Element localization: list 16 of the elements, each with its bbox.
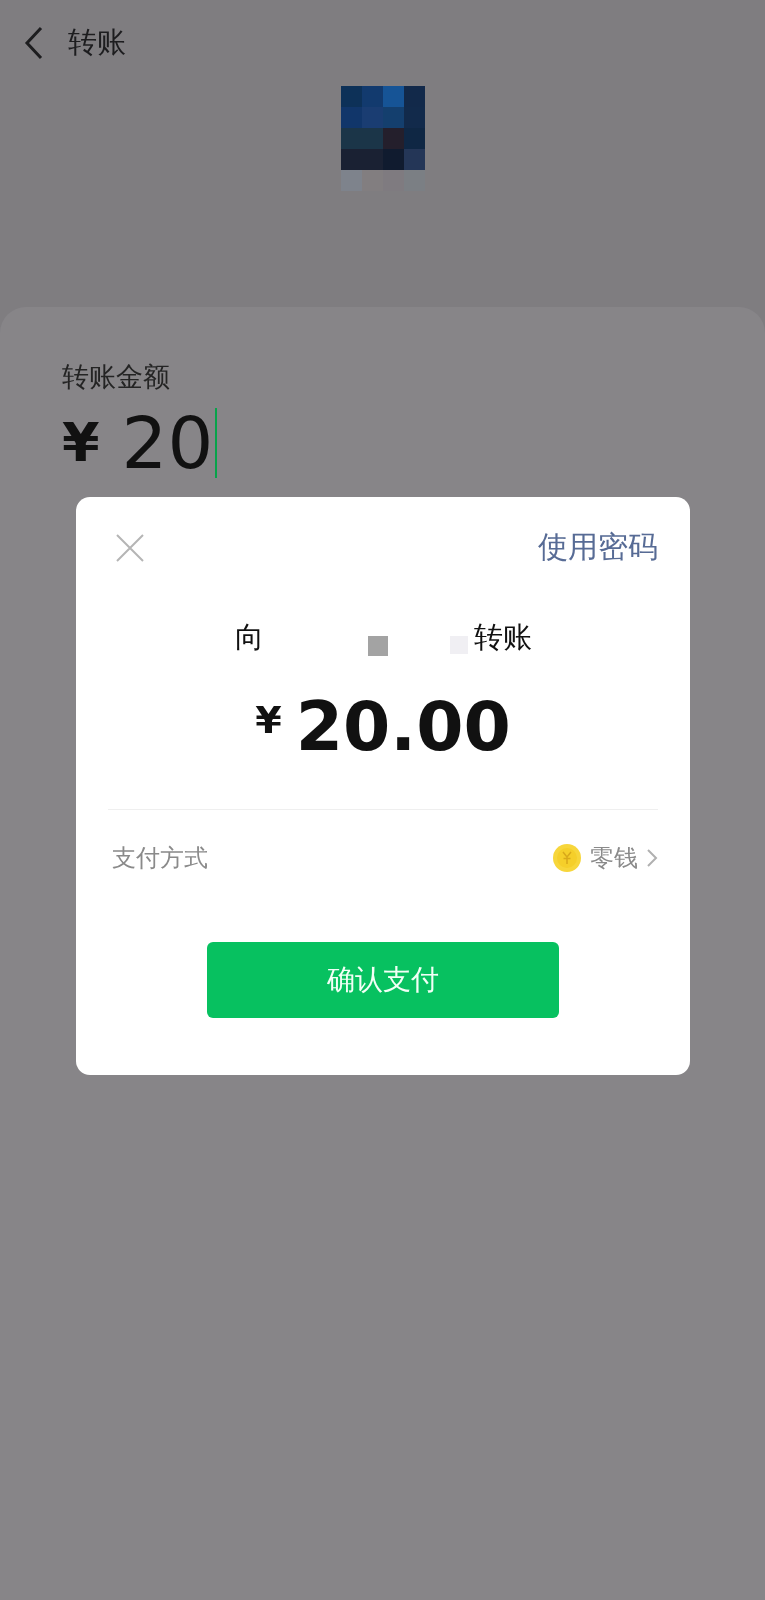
use-password-link[interactable]: 使用密码 [538, 527, 658, 568]
coin-icon [552, 842, 582, 873]
currency-symbol: ¥ [62, 416, 100, 470]
back-icon[interactable] [24, 26, 44, 60]
currency-symbol: ¥ [255, 698, 282, 742]
payment-amount: 20.00 [295, 690, 511, 765]
payee-prefix: 向 [234, 619, 264, 656]
chevron-icon [646, 847, 658, 868]
redaction-block [367, 636, 388, 656]
amount-input[interactable]: 20 [121, 407, 214, 479]
payment-method-selector[interactable]: 零钱 [552, 841, 658, 874]
payment-method-label: 支付方式 [112, 842, 208, 874]
payee-suffix: 转账 [473, 619, 532, 656]
amount-label: 转账金额 [62, 360, 170, 394]
text-cursor [215, 408, 218, 478]
page-title: 转账 [68, 24, 126, 61]
